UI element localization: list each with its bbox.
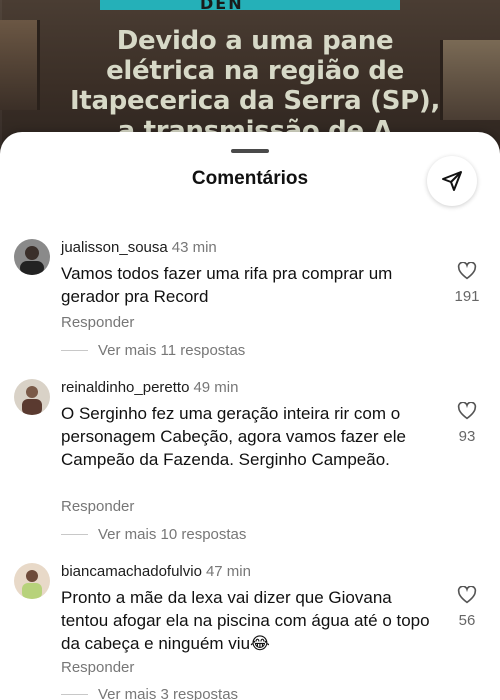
divider — [61, 534, 88, 535]
avatar[interactable] — [14, 239, 50, 275]
view-replies-label: Ver mais 11 respostas — [98, 342, 246, 359]
heart-icon — [457, 585, 477, 604]
divider — [61, 350, 88, 351]
share-button[interactable] — [427, 156, 477, 206]
view-replies-button[interactable]: Ver mais 3 respostas — [61, 686, 238, 700]
view-replies-button[interactable]: Ver mais 11 respostas — [61, 342, 245, 359]
reply-button[interactable]: Responder — [61, 498, 134, 515]
view-replies-label: Ver mais 3 respostas — [98, 686, 239, 700]
like-button[interactable]: 56 — [452, 585, 482, 629]
comment-username[interactable]: reinaldinho_peretto — [61, 379, 189, 396]
comment-username[interactable]: biancamachadofulvio — [61, 563, 202, 580]
comment-username[interactable]: jualisson_sousa — [61, 239, 168, 256]
sheet-title: Comentários — [191, 168, 309, 189]
avatar[interactable] — [14, 563, 50, 599]
like-count: 191 — [454, 288, 480, 305]
comment-time: 49 min — [193, 379, 239, 396]
send-icon — [442, 171, 462, 191]
like-count: 93 — [458, 428, 476, 445]
post-banner-text: DEN — [200, 0, 244, 13]
comment-header: jualisson_sousa 43 min — [61, 239, 217, 256]
like-button[interactable]: 93 — [452, 401, 482, 445]
comment-text: Pronto a mãe da lexa vai dizer que Giova… — [61, 588, 430, 653]
like-button[interactable]: 191 — [452, 261, 482, 305]
comment-time: 43 min — [171, 239, 217, 256]
comment-time: 47 min — [205, 563, 251, 580]
divider — [61, 694, 88, 695]
like-count: 56 — [458, 612, 476, 629]
avatar[interactable] — [14, 379, 50, 415]
view-replies-button[interactable]: Ver mais 10 respostas — [61, 526, 246, 543]
heart-icon — [457, 401, 477, 420]
sheet-drag-handle[interactable] — [231, 149, 269, 153]
comment-header: biancamachadofulvio 47 min — [61, 563, 251, 580]
comment-text: Vamos todos fazer uma rifa pra comprar u… — [61, 264, 393, 306]
reply-button[interactable]: Responder — [61, 314, 134, 331]
view-replies-label: Ver mais 10 respostas — [98, 526, 247, 543]
comment-text: O Serginho fez uma geração inteira rir c… — [61, 404, 406, 469]
background-door — [0, 20, 40, 110]
comment-header: reinaldinho_peretto 49 min — [61, 379, 238, 396]
heart-icon — [457, 261, 477, 280]
reply-button[interactable]: Responder — [61, 659, 134, 676]
